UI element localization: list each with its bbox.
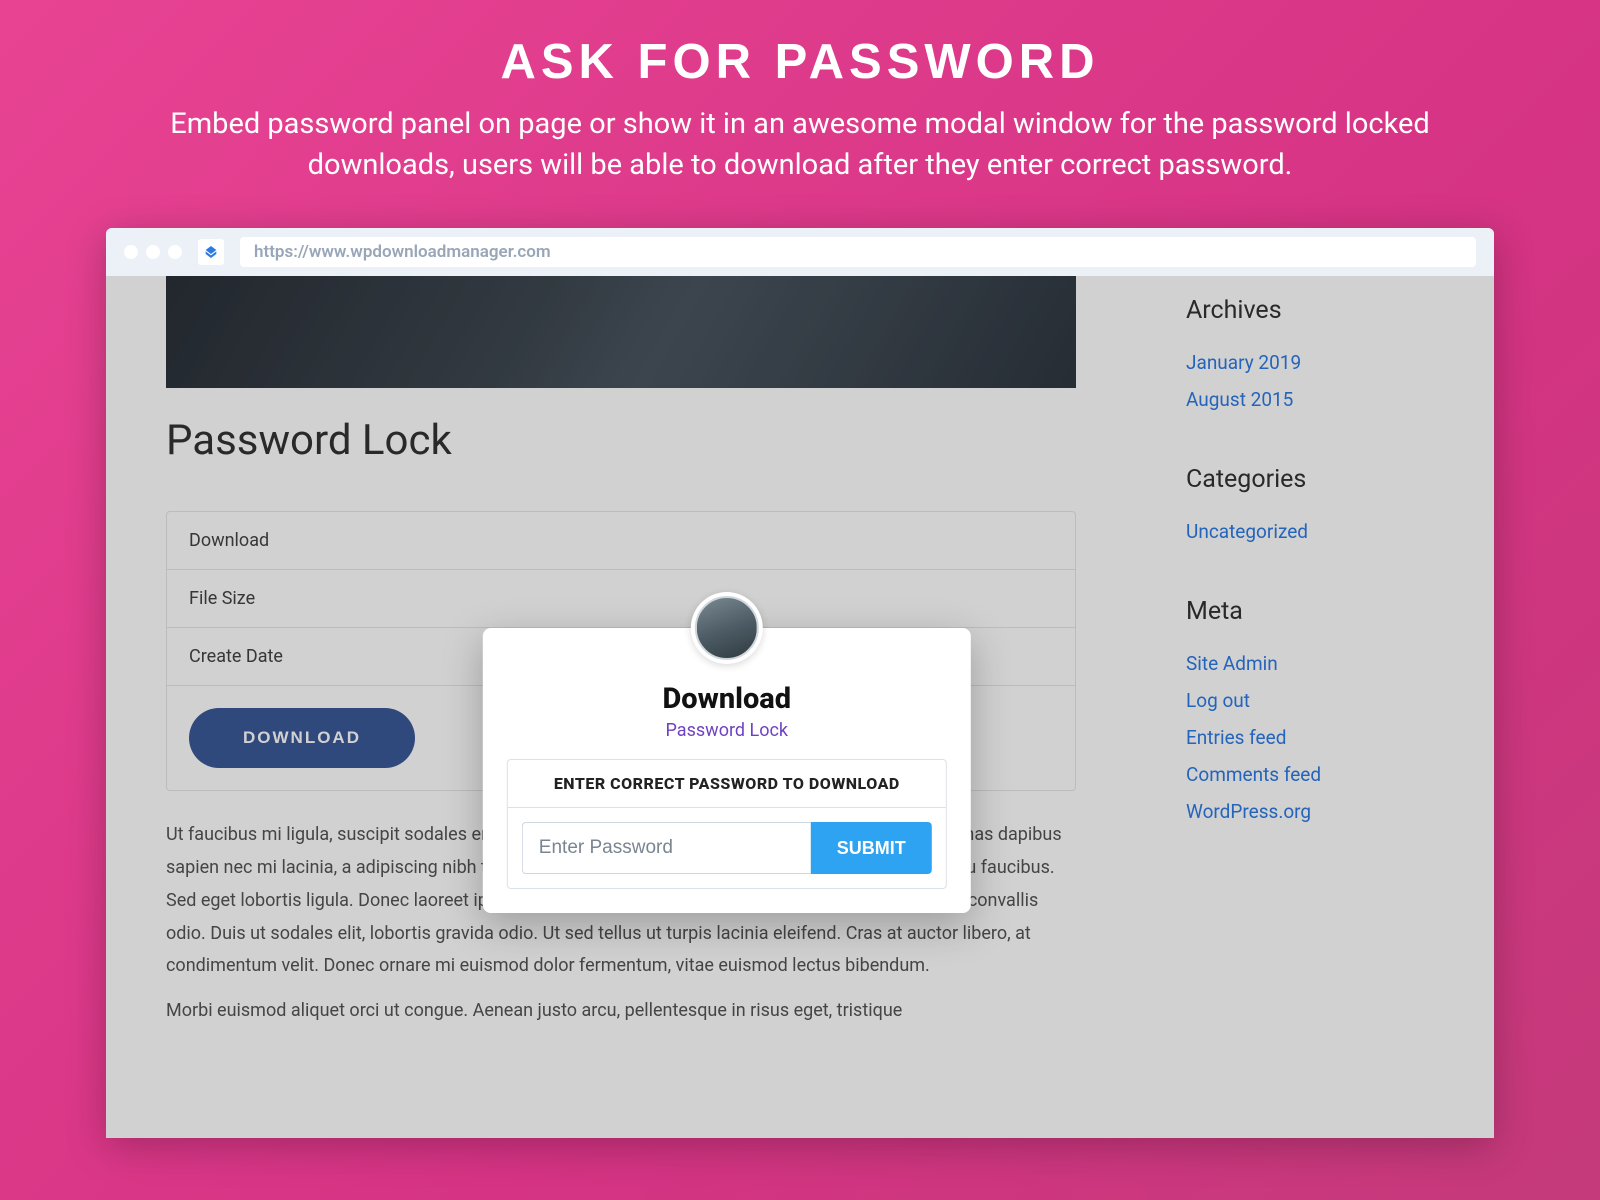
modal-title: Download: [507, 682, 947, 716]
traffic-lights: [124, 245, 182, 259]
browser-chrome: https://www.wpdownloadmanager.com: [106, 228, 1494, 276]
favicon-icon: [198, 239, 224, 265]
browser-window: https://www.wpdownloadmanager.com Passwo…: [106, 228, 1494, 1138]
password-modal: Download Password Lock ENTER CORRECT PAS…: [483, 628, 971, 913]
minimize-dot[interactable]: [146, 245, 160, 259]
modal-subtitle: Password Lock: [507, 720, 947, 741]
submit-button[interactable]: SUBMIT: [811, 822, 932, 874]
modal-avatar: [691, 592, 763, 664]
close-dot[interactable]: [124, 245, 138, 259]
modal-panel-heading: ENTER CORRECT PASSWORD TO DOWNLOAD: [508, 760, 946, 808]
maximize-dot[interactable]: [168, 245, 182, 259]
url-bar[interactable]: https://www.wpdownloadmanager.com: [240, 237, 1476, 267]
password-input[interactable]: [522, 822, 811, 874]
viewport: Password Lock Download File Size Create …: [106, 276, 1494, 1138]
hero-title: ASK FOR PASSWORD: [140, 34, 1460, 90]
hero-subtitle: Embed password panel on page or show it …: [140, 104, 1460, 186]
